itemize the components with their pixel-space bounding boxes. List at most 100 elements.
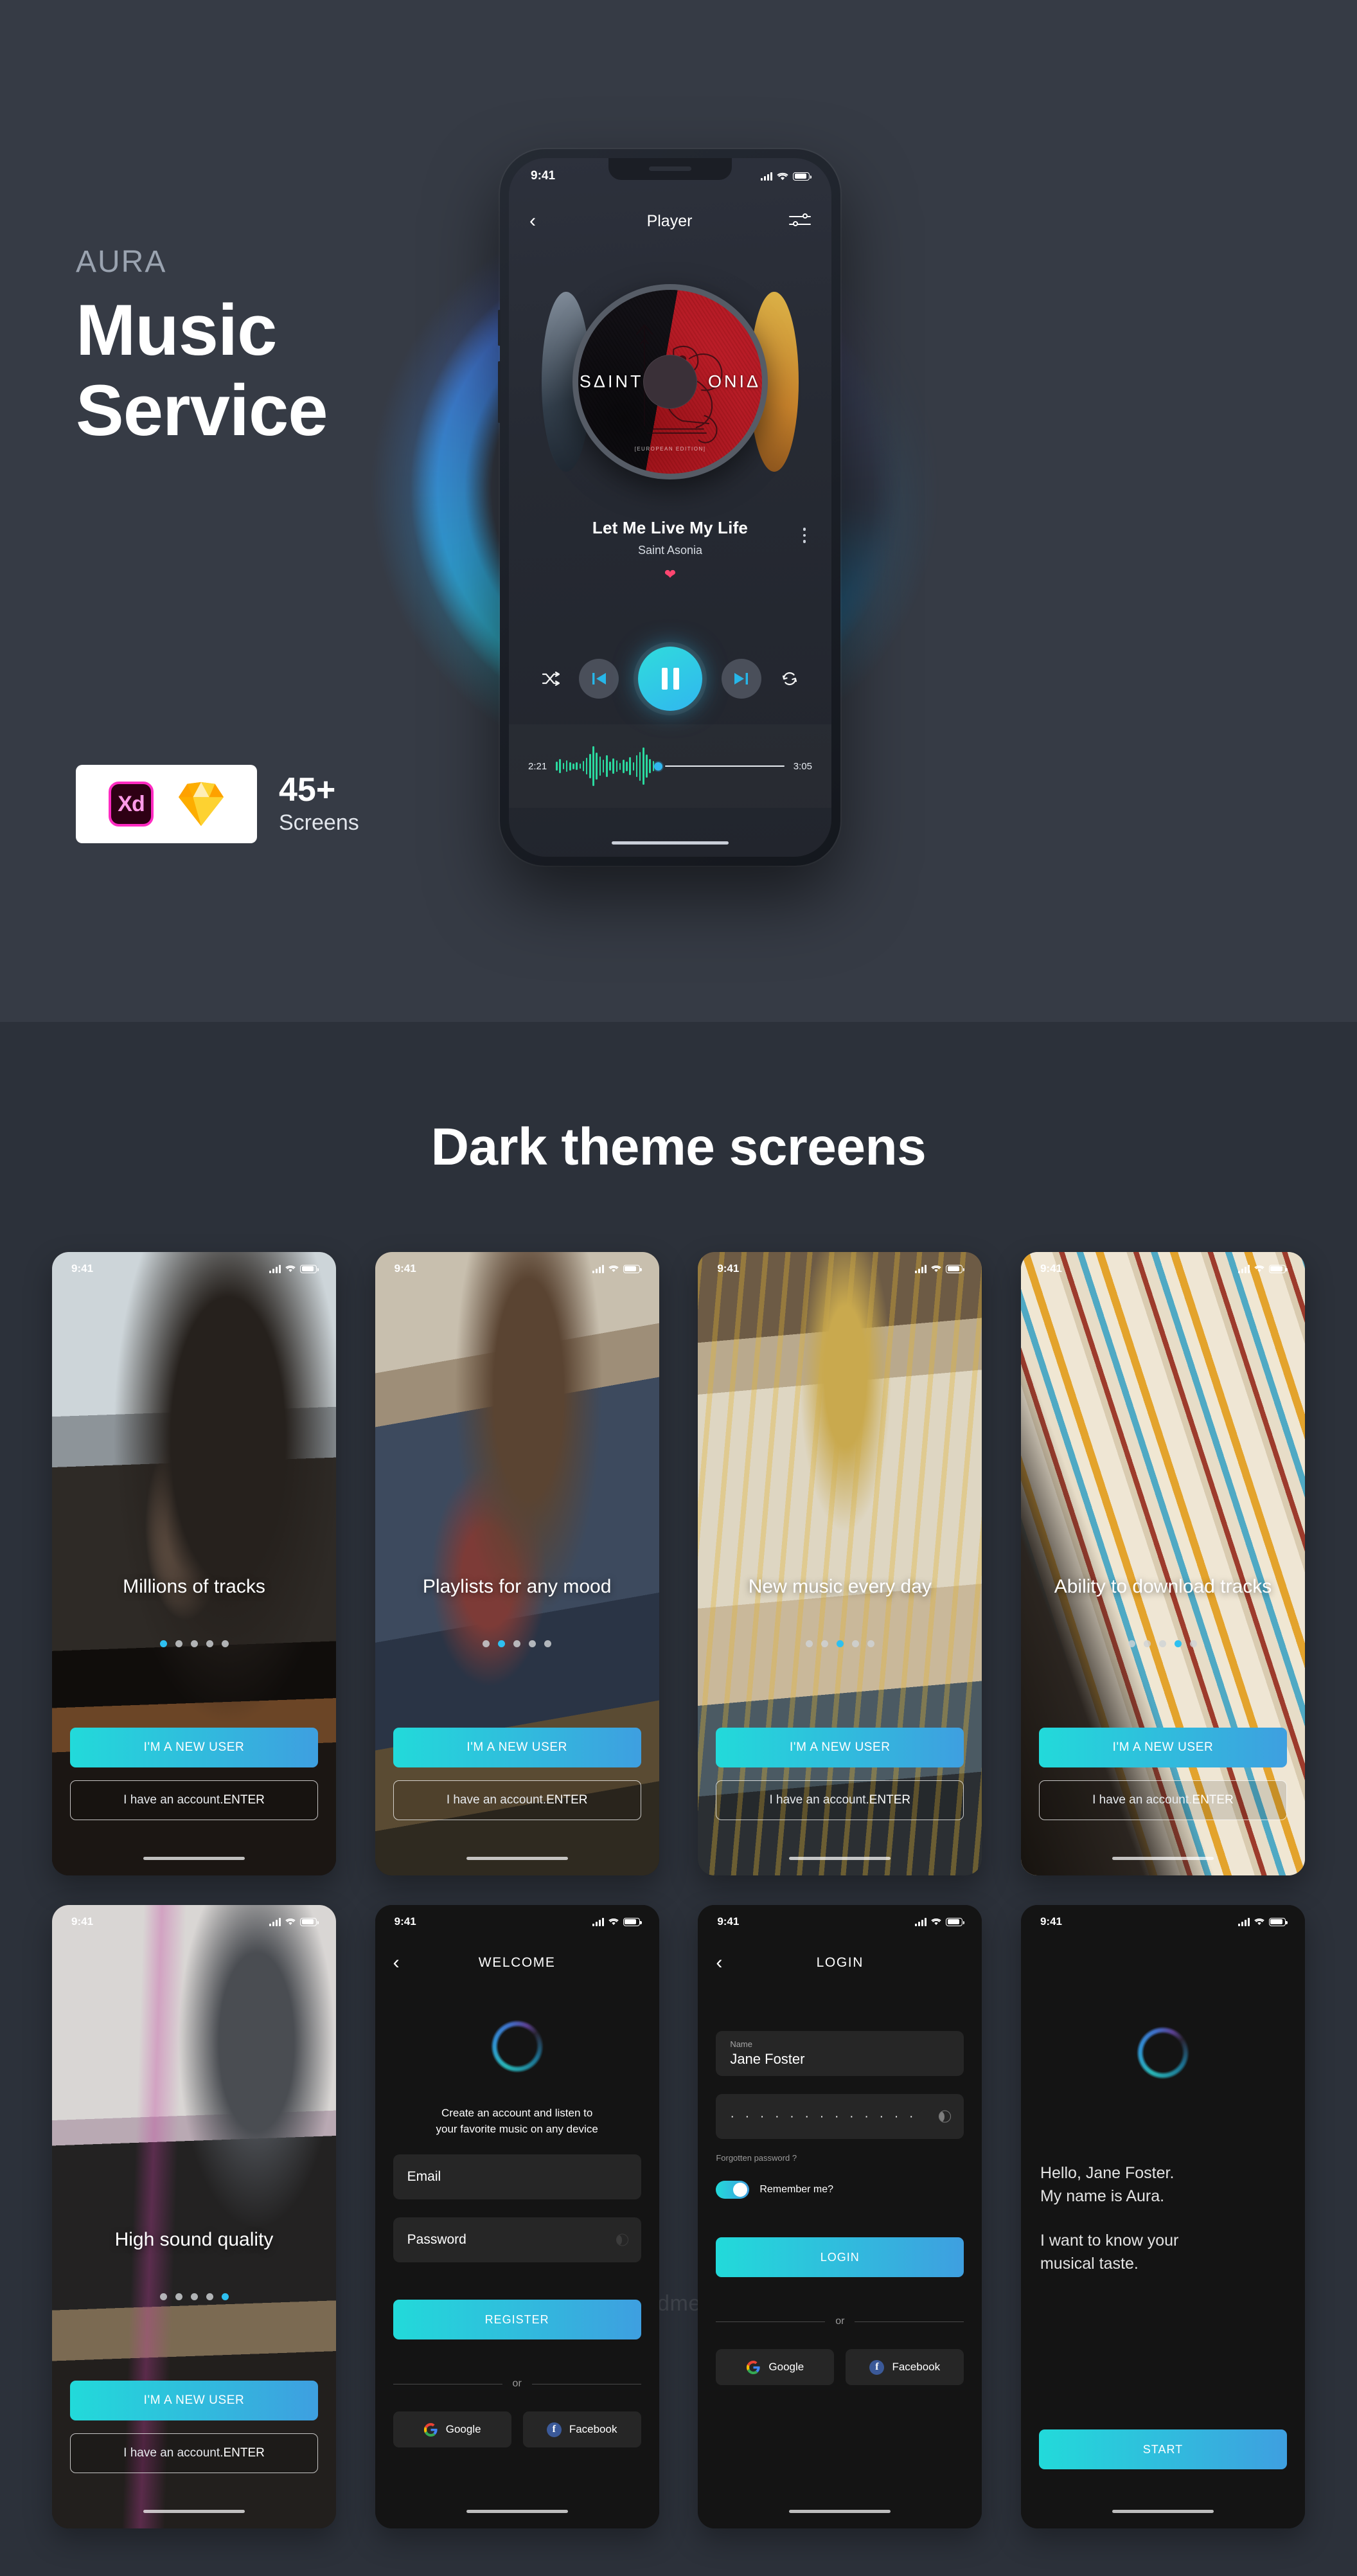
signal-bars-icon xyxy=(915,1917,927,1926)
battery-icon xyxy=(300,1264,319,1273)
track-info: Let Me Live My Life Saint Asonia ❤ xyxy=(509,518,831,582)
new-user-button[interactable]: I'M A NEW USER xyxy=(716,1728,964,1767)
page-title: Player xyxy=(646,211,693,230)
signal-bars-icon xyxy=(1237,1264,1250,1273)
new-user-button[interactable]: I'M A NEW USER xyxy=(1038,1728,1287,1767)
signal-bars-icon xyxy=(269,1917,281,1926)
hero-phone-mockup: 9:41 ‹ Player SΔINT ONIΔ [EUROPEAN EDITI… xyxy=(498,149,840,866)
chevron-left-icon[interactable]: ‹ xyxy=(529,211,550,231)
greeting-line-2: My name is Aura. xyxy=(1040,2187,1165,2205)
social-login-row: Google f Facebook xyxy=(716,2349,964,2385)
chevron-left-icon[interactable]: ‹ xyxy=(393,1953,414,1972)
chevron-left-icon[interactable]: ‹ xyxy=(716,1953,736,1972)
show-password-eye-icon[interactable] xyxy=(939,2110,952,2123)
signal-bars-icon xyxy=(1237,1917,1250,1926)
onboarding-card[interactable]: 9:41 High sound quality I'M A NEW USER I… xyxy=(52,1905,336,2528)
welcome-register-card[interactable]: 9:41 ‹ WELCOME Create an account and lis… xyxy=(375,1905,659,2528)
status-time: 9:41 xyxy=(71,1262,94,1275)
battery-icon xyxy=(300,1917,319,1926)
greeting-line-3: I want to know your xyxy=(1040,2232,1179,2250)
signal-bars-icon xyxy=(592,1917,604,1926)
screens-grid: 9:41 Millions of tracks I'M A NEW USER I… xyxy=(52,1252,1305,2528)
home-indicator xyxy=(143,2510,245,2513)
login-card[interactable]: 9:41 ‹ LOGIN Name Jane Foster · · · · · xyxy=(698,1905,982,2528)
existing-account-button[interactable]: I have an account. ENTER xyxy=(1038,1780,1287,1820)
home-indicator xyxy=(789,1857,891,1860)
existing-account-button[interactable]: I have an account. ENTER xyxy=(393,1780,641,1820)
status-bar: 9:41 xyxy=(1021,1252,1305,1285)
home-indicator xyxy=(1112,1857,1214,1860)
google-login-button[interactable]: Google xyxy=(716,2349,835,2385)
onboarding-card[interactable]: 9:41 New music every day I'M A NEW USER … xyxy=(698,1252,982,1875)
facebook-login-button[interactable]: f Facebook xyxy=(522,2411,641,2447)
or-label: or xyxy=(512,2378,522,2389)
remember-me-row[interactable]: Remember me? xyxy=(716,2181,964,2199)
password-field[interactable]: Password xyxy=(393,2217,641,2262)
elapsed-time: 2:21 xyxy=(528,760,547,772)
equalizer-sliders-icon[interactable] xyxy=(789,213,811,229)
pause-icon[interactable] xyxy=(638,647,702,711)
heart-filled-icon[interactable]: ❤ xyxy=(509,568,831,582)
welcome-blurb-line-1: Create an account and listen to xyxy=(441,2107,593,2119)
existing-account-button[interactable]: I have an account. ENTER xyxy=(716,1780,964,1820)
pagination-dots[interactable] xyxy=(375,1640,659,1647)
pagination-dots[interactable] xyxy=(52,2293,336,2300)
existing-account-action: ENTER xyxy=(223,2446,265,2460)
kebab-menu-icon[interactable] xyxy=(803,528,806,543)
google-login-button[interactable]: Google xyxy=(393,2411,511,2447)
existing-account-action: ENTER xyxy=(546,1793,588,1807)
status-bar: 9:41 xyxy=(698,1252,982,1285)
pagination-dots[interactable] xyxy=(1021,1640,1305,1647)
show-password-eye-icon[interactable] xyxy=(616,2233,628,2246)
wifi-icon xyxy=(931,1919,942,1926)
welcome-blurb: Create an account and listen to your fav… xyxy=(391,2106,644,2137)
name-field[interactable]: Name Jane Foster xyxy=(716,2031,964,2076)
track-title: Let Me Live My Life xyxy=(592,518,749,537)
album-disc-current[interactable]: SΔINT ONIΔ [EUROPEAN EDITION] xyxy=(572,284,768,479)
password-field[interactable]: · · · · · · · · · · · · · xyxy=(716,2094,964,2139)
album-title-right: ONIΔ xyxy=(708,371,761,391)
onboarding-card[interactable]: 9:41 Millions of tracks I'M A NEW USER I… xyxy=(52,1252,336,1875)
new-user-button[interactable]: I'M A NEW USER xyxy=(70,1728,318,1767)
page-title: WELCOME xyxy=(478,1955,556,1970)
pagination-dots[interactable] xyxy=(698,1640,982,1647)
onboarding-title: Millions of tracks xyxy=(123,1576,265,1597)
forgotten-password-link[interactable]: Forgotten password ? xyxy=(716,2153,964,2163)
onboarding-card[interactable]: 9:41 Playlists for any mood I'M A NEW US… xyxy=(375,1252,659,1875)
or-divider: or xyxy=(393,2378,641,2390)
start-button[interactable]: START xyxy=(1038,2429,1287,2469)
password-placeholder: Password xyxy=(407,2232,466,2247)
skip-next-icon[interactable] xyxy=(722,659,761,699)
register-button[interactable]: REGISTER xyxy=(393,2300,641,2339)
playback-progress[interactable]: 2:21 3:05 xyxy=(509,724,831,808)
repeat-icon[interactable] xyxy=(781,670,799,687)
page-title-line-2: Service xyxy=(76,370,328,451)
login-button[interactable]: LOGIN xyxy=(716,2237,964,2277)
remember-me-toggle[interactable] xyxy=(716,2181,750,2199)
status-bar: 9:41 xyxy=(698,1905,982,1938)
email-field[interactable]: Email xyxy=(393,2154,641,2199)
facebook-login-button[interactable]: f Facebook xyxy=(846,2349,964,2385)
facebook-login-label: Facebook xyxy=(569,2423,617,2435)
track-artist: Saint Asonia xyxy=(637,544,703,557)
existing-account-button[interactable]: I have an account. ENTER xyxy=(70,2433,318,2473)
progress-thumb[interactable] xyxy=(654,762,663,771)
pagination-dots[interactable] xyxy=(52,1640,336,1647)
skip-previous-icon[interactable] xyxy=(579,659,619,699)
onboarding-card[interactable]: 9:41 Ability to download tracks I'M A NE… xyxy=(1020,1252,1305,1875)
phone-notch xyxy=(608,158,732,180)
shuffle-icon[interactable] xyxy=(542,672,560,686)
album-carousel[interactable]: SΔINT ONIΔ [EUROPEAN EDITION] xyxy=(509,280,831,483)
aura-greeting-card[interactable]: 9:41 Hello, Jane Foster. My name is Aura… xyxy=(1020,1905,1305,2528)
sketch-diamond-icon xyxy=(179,782,224,827)
progress-track-remaining[interactable] xyxy=(665,765,785,767)
status-bar: 9:41 xyxy=(52,1252,336,1285)
greeting-line-1: Hello, Jane Foster. xyxy=(1040,2164,1175,2182)
aura-greeting-text: Hello, Jane Foster. My name is Aura. I w… xyxy=(1040,2162,1286,2275)
hero-section: AURA Music Service Xd 45+ Screens 9:41 ‹… xyxy=(0,0,1357,1022)
new-user-button[interactable]: I'M A NEW USER xyxy=(393,1728,641,1767)
existing-account-button[interactable]: I have an account. ENTER xyxy=(70,1780,318,1820)
new-user-button[interactable]: I'M A NEW USER xyxy=(70,2381,318,2420)
brand-name: AURA xyxy=(76,245,167,279)
battery-icon xyxy=(946,1264,965,1273)
